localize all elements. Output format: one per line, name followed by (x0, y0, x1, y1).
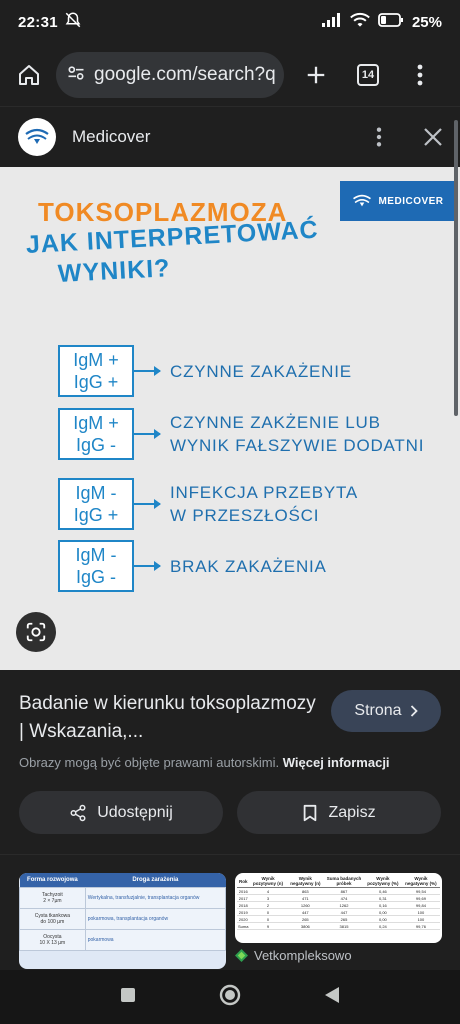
save-button[interactable]: Zapisz (237, 791, 441, 834)
chevron-right-icon (410, 705, 418, 717)
mute-icon (64, 11, 82, 33)
more-vert-icon (376, 127, 382, 146)
signal-icon (321, 13, 342, 31)
antibody-box: IgM + IgG + (58, 345, 134, 397)
antibody-box: IgM - IgG - (58, 540, 134, 592)
new-tab-button[interactable] (290, 49, 342, 101)
result-row: IgM + IgG - CZYNNE ZAKŻENIE LUB WYNIK FA… (58, 408, 424, 460)
bookmark-icon (304, 804, 317, 821)
result-row: IgM + IgG + CZYNNE ZAKAŻENIE (58, 345, 352, 397)
save-label: Zapisz (328, 803, 376, 821)
table-header: Droga zarażenia (85, 873, 226, 888)
share-label: Udostępnij (97, 803, 173, 821)
related-image-2[interactable]: Rok Wynik pozytywny (n) Wynik negatywny … (235, 873, 442, 943)
address-bar[interactable]: google.com/search?q (56, 52, 284, 98)
browser-menu-button[interactable] (394, 49, 446, 101)
home-nav-button[interactable] (219, 984, 241, 1011)
status-bar: 22:31 25% (0, 0, 460, 44)
result-row: IgM - IgG + INFEKCJA PRZEBYTA W PRZESZŁO… (58, 478, 358, 530)
table-row: Suma 9 3806 3815 0,24 99,76 (237, 922, 440, 930)
source-name: Vetkompleksowo (254, 948, 352, 963)
preview-image[interactable]: MEDICOVER TOKSOPLAZMOZA JAK INTERPRETOWA… (0, 167, 460, 670)
battery-percent: 25% (411, 13, 442, 31)
result-text: CZYNNE ZAKAŻENIE (170, 361, 352, 381)
igm-label: IgM + (73, 350, 119, 370)
result-title[interactable]: Badanie w kierunku toksoplazmozy | Wskaz… (19, 690, 319, 746)
panel-menu-button[interactable] (352, 111, 406, 163)
close-icon (424, 127, 442, 146)
table-row: Cysta tkankowa do 100 µm pokarmowa, tran… (19, 908, 226, 930)
back-button[interactable] (324, 986, 340, 1009)
arrow-right-icon (134, 561, 161, 571)
related-source[interactable]: Vetkompleksowo (235, 948, 352, 963)
brand-banner: MEDICOVER (340, 181, 456, 221)
table-row: Tachyzoit 2 × 7µm Wertykalna, transfuzja… (19, 887, 226, 909)
related-images: Forma rozwojowa Droga zarażenia Tachyzoi… (0, 854, 460, 970)
result-text: BRAK ZAKAŻENIA (170, 556, 327, 576)
tab-switcher-button[interactable]: 14 (342, 49, 394, 101)
table-row: 2018 2 1260 1262 0,16 99,84 (237, 901, 440, 909)
table-row: 2016 4 863 867 0,46 99,54 (237, 887, 440, 895)
table-header: Forma rozwojowa (19, 873, 86, 888)
more-vert-icon (417, 64, 423, 86)
igg-label: IgG + (73, 372, 119, 392)
tab-count: 14 (357, 64, 379, 86)
result-text: CZYNNE ZAKŻENIE LUB WYNIK FAŁSZYWIE DODA… (170, 413, 425, 455)
image-info: Badanie w kierunku toksoplazmozy | Wskaz… (0, 670, 460, 854)
site-logo-icon (18, 117, 56, 156)
lens-search-button[interactable] (16, 612, 56, 652)
igg-label: IgG - (75, 567, 116, 587)
result-row: IgM - IgG - BRAK ZAKAŻENIA (58, 540, 327, 592)
close-panel-button[interactable] (406, 111, 460, 163)
igm-label: IgM + (73, 413, 119, 433)
igm-label: IgM - (75, 545, 117, 565)
arrow-right-icon (134, 366, 161, 376)
home-icon (19, 65, 39, 85)
related-image-1[interactable]: Forma rozwojowa Droga zarażenia Tachyzoi… (19, 873, 226, 969)
wifi-icon (350, 12, 370, 32)
lens-icon (26, 622, 46, 642)
battery-icon (378, 13, 404, 31)
igg-label: IgG - (75, 435, 116, 455)
igg-label: IgG + (73, 505, 119, 525)
scrollbar[interactable] (454, 120, 458, 416)
antibody-box: IgM - IgG + (58, 478, 134, 530)
panel-header: Medicover (0, 106, 460, 166)
visit-page-button[interactable]: Strona (331, 690, 441, 732)
square-icon (120, 987, 135, 1002)
antibody-box: IgM + IgG - (58, 408, 134, 460)
system-nav-bar (0, 970, 460, 1024)
image-subtitle-2: WYNIKI? (57, 254, 172, 288)
site-name[interactable]: Medicover (72, 127, 150, 147)
table-row: 2019 0 447 447 0,00 100 (237, 908, 440, 916)
arrow-right-icon (134, 429, 161, 439)
result-text: INFEKCJA PRZEBYTA W PRZESZŁOŚCI (170, 483, 359, 525)
arrow-right-icon (134, 499, 161, 509)
medicover-logo-icon (353, 194, 372, 207)
table-row: Oocysta 10 X 13 µm pokarmowa (19, 929, 226, 951)
site-settings-icon[interactable] (66, 63, 86, 88)
table-row: 2017 3 471 474 0,31 99,69 (237, 894, 440, 902)
url-text[interactable]: google.com/search?q (94, 64, 276, 86)
share-button[interactable]: Udostępnij (19, 791, 223, 834)
share-icon (70, 804, 86, 821)
visit-page-label: Strona (354, 702, 402, 719)
recents-button[interactable] (120, 987, 136, 1008)
circle-icon (219, 984, 241, 1005)
home-button[interactable] (2, 48, 56, 102)
copyright-notice: Obrazy mogą być objęte prawami autorskim… (19, 755, 390, 770)
browser-toolbar: google.com/search?q 14 (0, 44, 460, 106)
table-row: 2020 0 265 265 0,00 100 (237, 915, 440, 923)
brand-text: MEDICOVER (378, 195, 444, 207)
back-triangle-icon (325, 986, 340, 1003)
igm-label: IgM - (75, 483, 117, 503)
plus-icon (307, 66, 325, 84)
more-info-link[interactable]: Więcej informacji (283, 755, 390, 770)
status-time: 22:31 (18, 13, 58, 31)
vetkompleksowo-favicon-icon (235, 949, 248, 962)
